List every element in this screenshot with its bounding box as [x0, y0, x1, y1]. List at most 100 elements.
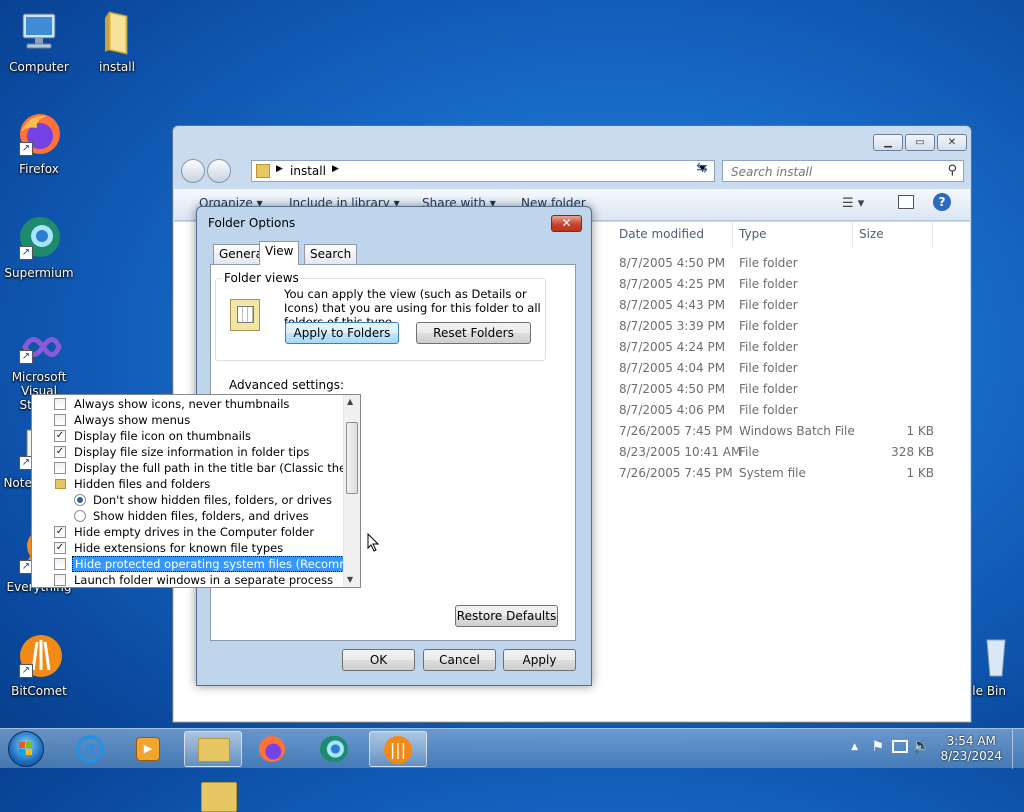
- table-row[interactable]: 8/7/2005 3:39 PM File folder: [615, 316, 934, 337]
- settings-list-item[interactable]: ✓ Display file size information in folder…: [32, 444, 344, 460]
- taskbar-firefox[interactable]: [244, 731, 302, 767]
- checkbox[interactable]: ✓: [54, 446, 66, 458]
- table-row[interactable]: 8/7/2005 4:24 PM File folder: [615, 337, 934, 358]
- address-bar[interactable]: ▶ install ▶ ▼: [251, 160, 715, 182]
- close-button[interactable]: ✕: [937, 134, 967, 151]
- table-row[interactable]: 8/7/2005 4:04 PM File folder: [615, 358, 934, 379]
- column-header-date[interactable]: Date modified: [613, 222, 733, 246]
- preview-pane-icon[interactable]: [898, 195, 914, 209]
- restore-defaults-button[interactable]: Restore Defaults: [455, 605, 558, 627]
- visual-studio-icon: ↗: [15, 328, 63, 366]
- settings-list-item[interactable]: Always show icons, never thumbnails: [32, 396, 344, 412]
- settings-list-item[interactable]: ✓ Display file icon on thumbnails: [32, 428, 344, 444]
- shortcut-arrow-icon: ↗: [19, 246, 33, 260]
- table-row[interactable]: 7/26/2005 7:45 PM Windows Batch File 1 KB: [615, 421, 934, 442]
- chevron-right-icon[interactable]: ▶: [276, 164, 283, 174]
- scroll-up-arrow-icon[interactable]: ▲: [347, 397, 353, 406]
- column-header-size[interactable]: Size: [853, 222, 933, 246]
- checkbox[interactable]: [54, 574, 66, 586]
- table-row[interactable]: 8/7/2005 4:50 PM File folder: [615, 379, 934, 400]
- shortcut-arrow-icon: ↗: [19, 142, 33, 156]
- bitcomet-icon: ↗: [15, 632, 63, 680]
- checkbox[interactable]: ✓: [54, 542, 66, 554]
- search-input[interactable]: [729, 164, 929, 180]
- table-row[interactable]: 8/7/2005 4:50 PM File folder: [615, 253, 934, 274]
- tab-search[interactable]: Search: [304, 244, 358, 264]
- forward-button[interactable]: [207, 159, 231, 183]
- address-folder-name[interactable]: install: [290, 164, 326, 178]
- cancel-button[interactable]: Cancel: [423, 649, 496, 671]
- taskbar-bitcomet[interactable]: |||: [369, 731, 427, 767]
- search-icon[interactable]: ⚲: [947, 163, 957, 178]
- taskbar-windows-explorer[interactable]: [184, 731, 242, 767]
- folder-icon: [55, 479, 66, 489]
- checkbox[interactable]: ✓: [54, 526, 66, 538]
- table-row[interactable]: 8/7/2005 4:06 PM File folder: [615, 400, 934, 421]
- settings-list-item[interactable]: ✓ Hide extensions for known file types: [32, 540, 344, 556]
- file-date-modified: 8/7/2005 4:50 PM: [619, 382, 726, 396]
- start-button[interactable]: [8, 731, 44, 767]
- settings-scrollbar[interactable]: ▲ ▼: [343, 395, 360, 587]
- desktop-icon-bitcomet[interactable]: ↗ BitComet: [0, 632, 78, 698]
- radio-button[interactable]: [74, 510, 86, 522]
- network-icon[interactable]: [892, 740, 908, 753]
- file-type: File folder: [739, 361, 798, 375]
- settings-item-label: Hidden files and folders: [74, 477, 211, 491]
- reset-folders-button[interactable]: Reset Folders: [416, 322, 531, 344]
- settings-list-item[interactable]: Display the full path in the title bar (…: [32, 460, 360, 476]
- settings-item-label: Show hidden files, folders, and drives: [93, 509, 309, 523]
- refresh-button[interactable]: ⇆: [689, 160, 715, 182]
- desktop-icon-supermium[interactable]: ↗ Supermium: [0, 214, 78, 280]
- settings-list-item[interactable]: Don't show hidden files, folders, or dri…: [32, 492, 344, 508]
- table-row[interactable]: 8/23/2005 10:41 AM File 328 KB: [615, 442, 934, 463]
- radio-button[interactable]: [74, 494, 86, 506]
- checkbox[interactable]: [54, 398, 66, 410]
- desktop-icon-install[interactable]: install: [78, 8, 156, 74]
- checkbox[interactable]: ✓: [54, 430, 66, 442]
- shortcut-arrow-icon: ↗: [19, 664, 33, 678]
- taskbar-clock[interactable]: 3:54 AM 8/23/2024: [940, 734, 1002, 764]
- dialog-title: Folder Options: [208, 216, 296, 230]
- show-desktop-button[interactable]: [1012, 729, 1024, 769]
- help-icon[interactable]: ?: [933, 193, 951, 211]
- table-row[interactable]: 7/26/2005 7:45 PM System file 1 KB: [615, 463, 934, 484]
- desktop-icon-firefox[interactable]: ↗ Firefox: [0, 110, 78, 176]
- checkbox[interactable]: [54, 558, 66, 570]
- chevron-right-icon[interactable]: ▶: [332, 164, 339, 174]
- apply-button[interactable]: Apply: [503, 649, 576, 671]
- taskbar: e ▶ ||| ▲ ⚑ 🔈 3:54 AM 8/23/2024: [0, 728, 1024, 769]
- action-center-flag-icon[interactable]: ⚑: [871, 739, 884, 755]
- settings-list-item[interactable]: Launch folder windows in a separate proc…: [32, 572, 344, 587]
- minimize-button[interactable]: ▁: [873, 134, 903, 151]
- search-box[interactable]: ⚲: [722, 160, 964, 182]
- settings-list-item[interactable]: Show hidden files, folders, and drives: [32, 508, 344, 524]
- mouse-cursor-icon: [367, 532, 380, 555]
- maximize-button[interactable]: ▭: [905, 134, 935, 151]
- settings-list-item[interactable]: Always show menus: [32, 412, 344, 428]
- checkbox[interactable]: [54, 414, 66, 426]
- settings-list-item[interactable]: ✓ Hide empty drives in the Computer folde…: [32, 524, 344, 540]
- view-options-icon[interactable]: ☰ ▾: [842, 196, 864, 211]
- scroll-thumb[interactable]: [346, 422, 358, 494]
- ok-button[interactable]: OK: [342, 649, 415, 671]
- column-header-type[interactable]: Type: [733, 222, 853, 246]
- taskbar-supermium[interactable]: [306, 731, 364, 767]
- volume-muted-icon[interactable]: 🔈: [913, 738, 930, 754]
- tab-view[interactable]: View: [259, 241, 300, 265]
- desktop-icon-computer[interactable]: Computer: [0, 8, 78, 74]
- dialog-close-button[interactable]: ✕: [551, 215, 582, 232]
- folder-icon[interactable]: [201, 782, 237, 812]
- back-button[interactable]: [181, 159, 205, 183]
- checkbox[interactable]: [54, 462, 66, 474]
- show-hidden-icons-icon[interactable]: ▲: [851, 742, 858, 752]
- settings-list-item[interactable]: Hidden files and folders: [32, 476, 344, 492]
- apply-to-folders-button[interactable]: Apply to Folders: [285, 322, 399, 344]
- scroll-down-arrow-icon[interactable]: ▼: [347, 575, 353, 584]
- bitcomet-icon: |||: [384, 736, 412, 764]
- table-row[interactable]: 8/7/2005 4:25 PM File folder: [615, 274, 934, 295]
- table-row[interactable]: 8/7/2005 4:43 PM File folder: [615, 295, 934, 316]
- taskbar-media-player[interactable]: ▶: [120, 731, 178, 767]
- settings-list-item[interactable]: Hide protected operating system files (R…: [32, 556, 360, 572]
- taskbar-internet-explorer[interactable]: e: [62, 731, 120, 767]
- advanced-settings-list[interactable]: Always show icons, never thumbnails Alway…: [31, 394, 361, 588]
